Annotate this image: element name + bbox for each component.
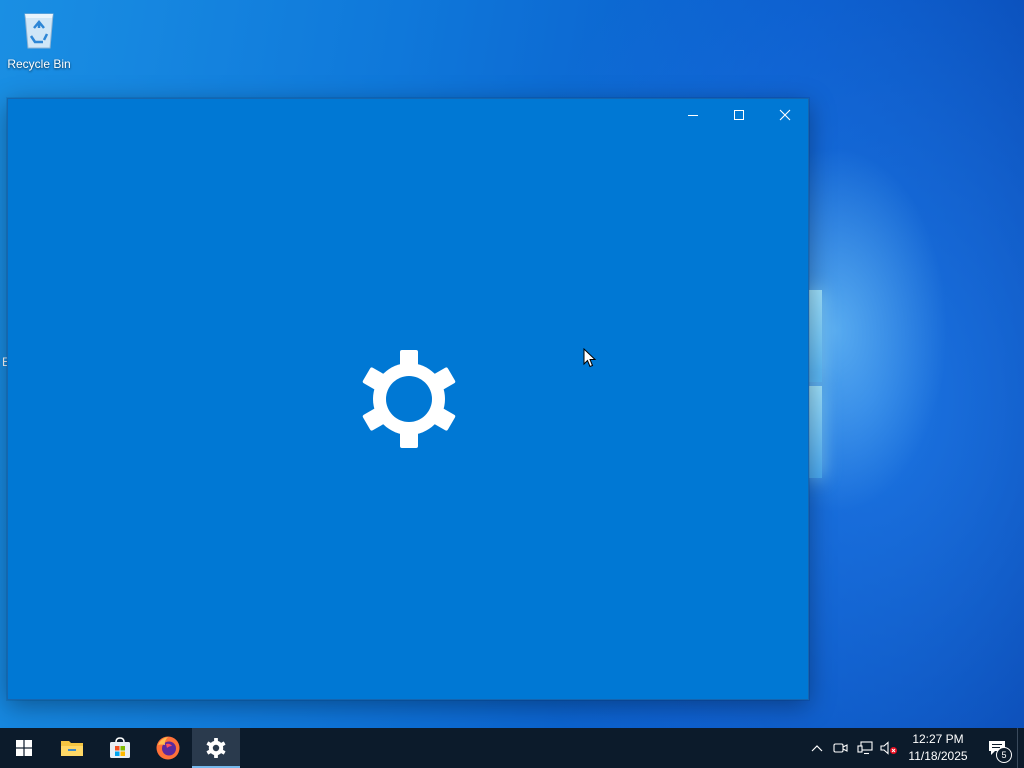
meet-now-button[interactable]: [829, 728, 853, 768]
start-button[interactable]: [0, 728, 48, 768]
settings-window[interactable]: [7, 98, 809, 700]
network-button[interactable]: [853, 728, 877, 768]
volume-button[interactable]: [877, 728, 901, 768]
taskbar-microsoft-store[interactable]: [96, 728, 144, 768]
desktop[interactable]: Recycle Bin E: [0, 0, 1024, 728]
minimize-button[interactable]: [670, 99, 716, 131]
recycle-bin-icon: [24, 13, 54, 49]
meet-now-icon: [833, 743, 848, 753]
gear-icon: [362, 350, 456, 448]
taskbar-firefox[interactable]: [144, 728, 192, 768]
desktop-icon-recycle-bin[interactable]: Recycle Bin: [4, 6, 74, 71]
taskbar-file-explorer[interactable]: [48, 728, 96, 768]
show-desktop-button[interactable]: [1017, 728, 1024, 768]
close-icon: [779, 109, 791, 121]
clock[interactable]: 12:27 PM 11/18/2025: [905, 731, 971, 765]
windows-logo-pane: [808, 386, 822, 478]
desktop-icon-label: Recycle Bin: [7, 57, 71, 71]
clock-time: 12:27 PM: [912, 732, 964, 746]
title-bar-controls: [670, 99, 808, 131]
notification-count-badge: 5: [996, 747, 1012, 763]
maximize-icon: [734, 110, 744, 120]
mouse-cursor-icon: [583, 348, 597, 368]
taskbar-settings[interactable]: [192, 728, 240, 768]
windows-logo-icon: [16, 740, 32, 756]
minimize-icon: [688, 115, 698, 116]
taskbar: 12:27 PM 11/18/2025 5: [0, 728, 1024, 768]
volume-muted-icon: [880, 741, 897, 755]
maximize-button[interactable]: [716, 99, 762, 131]
windows-logo-pane: [808, 290, 822, 382]
gear-icon: [206, 738, 226, 758]
action-center-button[interactable]: 5: [977, 728, 1017, 768]
store-icon: [110, 737, 130, 758]
system-tray: 12:27 PM 11/18/2025 5: [805, 728, 1024, 768]
firefox-icon: [156, 736, 180, 760]
chevron-up-icon: [811, 745, 823, 752]
network-icon: [857, 741, 873, 755]
show-hidden-icons-button[interactable]: [805, 728, 829, 768]
folder-icon: [61, 741, 83, 756]
clock-date: 11/18/2025: [908, 749, 968, 763]
close-button[interactable]: [762, 99, 808, 131]
